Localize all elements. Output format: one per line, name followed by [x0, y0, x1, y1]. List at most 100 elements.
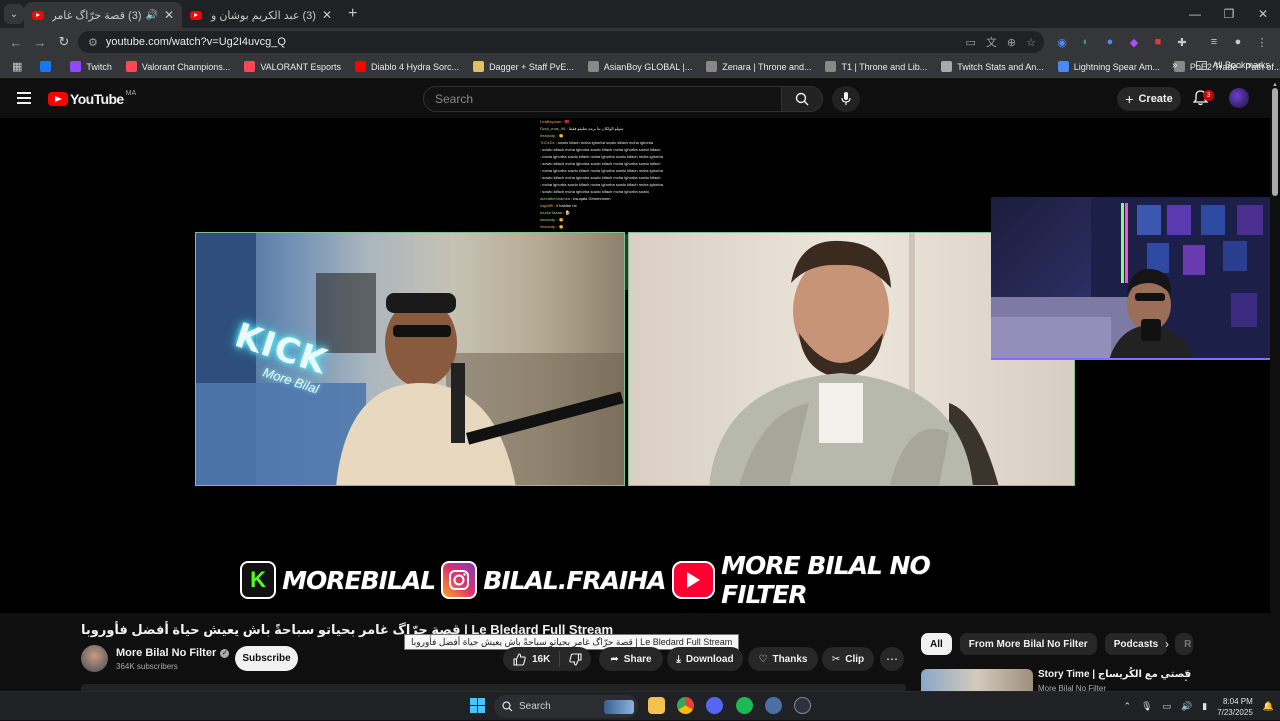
recommended-thumbnail[interactable] [921, 669, 1033, 691]
tray-overflow-chevron-icon[interactable]: ⌃ [1124, 701, 1132, 712]
youtube-wordmark: YouTube [70, 91, 124, 107]
file-explorer-icon[interactable] [648, 697, 665, 714]
notification-bell-icon[interactable]: 🔔 [1263, 701, 1274, 712]
chat-line: : sowlo kifach mcha ighorba sowlo kifach… [540, 175, 661, 180]
close-tab-icon[interactable]: ✕ [322, 8, 332, 22]
create-button[interactable]: + Create [1117, 87, 1181, 111]
extension-icon[interactable]: ■ [1146, 32, 1170, 52]
share-button[interactable]: ➦ Share [599, 647, 663, 671]
chip-all[interactable]: All [921, 633, 952, 655]
close-window-icon[interactable]: ✕ [1246, 0, 1280, 28]
site-info-icon[interactable]: ⚙ [88, 36, 98, 49]
folder-icon [1196, 60, 1208, 70]
bookmark-item[interactable]: Zenara | Throne and... [706, 61, 811, 72]
back-arrow-icon[interactable]: ← [4, 30, 28, 54]
close-tab-icon[interactable]: ✕ [164, 8, 174, 22]
bookmark-item[interactable]: AsianBoy GLOBAL |... [587, 61, 692, 72]
chat-message: bsuqata Ghmmmmm [573, 196, 611, 201]
window-controls: — ❐ ✕ [1178, 0, 1280, 28]
chips-next-chevron-icon[interactable]: › [1165, 637, 1169, 651]
extension-icon[interactable]: ◉ [1050, 32, 1074, 52]
thanks-button[interactable]: ♡ Thanks [748, 647, 818, 671]
translate-icon[interactable]: 文 [986, 34, 997, 50]
hamburger-menu-icon[interactable] [17, 92, 31, 104]
media-controls-icon[interactable]: ≡ [1202, 32, 1226, 52]
bookmark-item[interactable]: Twitch Stats and An... [941, 61, 1044, 72]
video-player[interactable]: LeaBayman : 🇲🇦 Dzzk_mas_98 : سولو الولكان… [0, 118, 1270, 613]
profile-avatar-icon[interactable]: ● [1226, 32, 1250, 52]
browser-toolbar: ← → ↻ ⚙ youtube.com/watch?v=Ug2I4uvcg_Q … [0, 28, 1280, 56]
dislike-button[interactable] [560, 652, 590, 666]
tab-search-dropdown[interactable]: ⌄ [4, 4, 24, 24]
steam-icon[interactable] [794, 697, 811, 714]
apps-grid-icon[interactable]: ▦ [12, 60, 22, 73]
browser-tab-active[interactable]: (3) قصة حرّاگ غامر بحياتو سباحةً باش يعي… [24, 2, 182, 28]
more-actions-button[interactable]: ⋯ [880, 647, 904, 671]
search-button[interactable] [781, 86, 823, 112]
clock[interactable]: 8:04 PM 7/23/2025 [1217, 696, 1253, 718]
recommended-title[interactable]: Story Time | قصتي مع الكُريساج [1038, 669, 1191, 680]
like-button[interactable]: 16K [503, 651, 560, 667]
restore-icon[interactable]: ❐ [1212, 0, 1246, 28]
chip-from-channel[interactable]: From More Bilal No Filter [959, 633, 1097, 655]
extension-icon[interactable]: ● [1098, 32, 1122, 52]
minimize-icon[interactable]: — [1178, 0, 1212, 28]
clock-time: 8:04 PM [1222, 696, 1253, 706]
spotify-icon[interactable] [736, 697, 753, 714]
extension-icon[interactable]: ◆ [1122, 32, 1146, 52]
chat-username: TriOzDz [540, 140, 555, 145]
bookmark-item[interactable]: Valorant Champions... [125, 61, 230, 72]
bookmark-item[interactable]: Lightning Spear Am... [1057, 61, 1160, 72]
bookmark-item[interactable] [40, 61, 56, 72]
taskbar-search[interactable]: Search [494, 695, 638, 718]
chip-overflow[interactable]: R [1175, 633, 1194, 655]
chat-line: : sowlo kifach mcha ighorba sowlo kifach… [540, 147, 661, 152]
reload-icon[interactable]: ↻ [52, 30, 76, 54]
bookmark-label: Diablo 4 Hydra Sorc... [371, 61, 460, 72]
bookmark-item[interactable]: Diablo 4 Hydra Sorc... [355, 61, 459, 72]
account-avatar[interactable] [1229, 88, 1249, 108]
bookmark-item[interactable]: Dagger + Staff PvE... [473, 61, 574, 72]
download-button[interactable]: ⤓ Download [667, 647, 743, 671]
speaker-icon[interactable]: 🔊 [145, 10, 157, 21]
recommended-menu-icon[interactable]: ⋮ [1180, 669, 1192, 683]
cast-icon[interactable]: ▭ [966, 36, 976, 49]
address-bar[interactable]: ⚙ youtube.com/watch?v=Ug2I4uvcg_Q ▭ 文 ⊕ … [78, 31, 1044, 53]
voice-search-button[interactable] [832, 86, 860, 112]
bookmark-item[interactable]: T1 | Throne and Lib... [825, 61, 927, 72]
chat-message: sowlo kifach mcha ighorba sowlo kifach m… [542, 147, 661, 152]
app-icon[interactable] [765, 697, 782, 714]
windows-start-icon[interactable] [470, 698, 485, 713]
microphone-tray-icon[interactable]: 🎙 [1141, 701, 1152, 712]
bookmark-item[interactable]: VALORANT Esports [244, 61, 341, 72]
puzzle-extensions-icon[interactable]: ✚ [1170, 32, 1194, 52]
subscribe-button[interactable]: Subscribe [235, 646, 298, 671]
new-tab-plus-icon[interactable]: + [348, 5, 357, 23]
search-input[interactable]: Search [423, 86, 782, 112]
chip-podcasts[interactable]: Podcasts [1104, 633, 1168, 655]
clip-button[interactable]: ✂ Clip [822, 647, 874, 671]
extension-icon[interactable]: ◐ [1074, 32, 1098, 52]
kebab-menu-icon[interactable]: ⋮ [1250, 32, 1274, 52]
chat-username: Dzzk_mas_98 [540, 126, 566, 131]
network-icon[interactable]: ▭ [1163, 701, 1172, 712]
bookmark-item[interactable]: Twitch [70, 61, 112, 72]
all-bookmarks-button[interactable]: All Bookmarks [1196, 60, 1270, 70]
chat-username: imadodp [540, 133, 556, 138]
zoom-icon[interactable]: ⊕ [1007, 36, 1016, 49]
volume-icon[interactable]: 🔊 [1181, 701, 1192, 712]
bookmark-star-icon[interactable]: ☆ [1026, 36, 1036, 49]
scrollbar-thumb[interactable] [1272, 88, 1278, 196]
forward-arrow-icon[interactable]: → [28, 30, 52, 54]
channel-name-link[interactable]: More Bilal No Filter ✓ [116, 647, 230, 659]
bookmarks-overflow-chevron-icon[interactable]: » [1172, 60, 1178, 71]
download-label: Download [685, 653, 734, 665]
country-code: MA [125, 89, 137, 97]
chrome-icon[interactable] [677, 697, 694, 714]
youtube-logo[interactable]: YouTube MA [48, 89, 137, 107]
battery-icon[interactable]: ▮ [1202, 701, 1207, 712]
browser-tab[interactable]: (3) عبد الكريم بوشان وتفاصيل حياته ✕ [182, 2, 340, 28]
channel-avatar[interactable] [81, 645, 108, 672]
instagram-logo-icon [441, 561, 478, 599]
discord-icon[interactable] [706, 697, 723, 714]
